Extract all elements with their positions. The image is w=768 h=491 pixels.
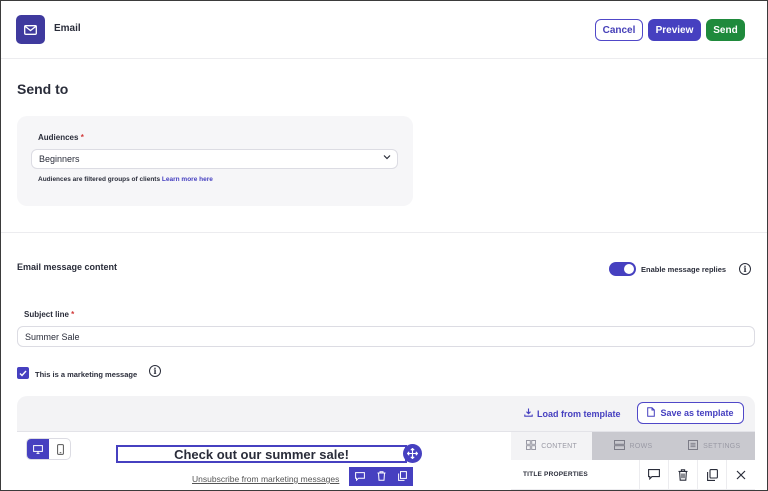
audiences-card: Audiences * Beginners Audiences are filt… [17, 116, 413, 206]
duplicate-icon[interactable] [697, 459, 726, 490]
marketing-checkbox[interactable] [17, 367, 29, 379]
load-template-link[interactable]: Load from template [524, 408, 621, 419]
row-toolbar [349, 467, 413, 486]
chevron-down-icon [383, 153, 391, 163]
subject-input[interactable]: Summer Sale [17, 326, 755, 347]
tab-rows-label: ROWS [629, 442, 653, 450]
device-toggle [26, 438, 71, 460]
settings-panel-icon [688, 440, 699, 452]
trash-icon[interactable] [668, 459, 697, 490]
email-content-heading: Email message content [17, 262, 118, 272]
rows-icon [613, 440, 625, 452]
send-button[interactable]: Send [706, 19, 745, 41]
tab-rows[interactable]: ROWS [592, 432, 674, 460]
panel-tabs: CONTENT ROWS SETTINGS [511, 432, 755, 460]
duplicate-icon[interactable] [398, 468, 407, 486]
title-properties-label: TITLE PROPERTIES [523, 471, 588, 478]
download-icon [524, 408, 533, 419]
comment-icon[interactable] [639, 459, 668, 490]
document-icon [647, 407, 656, 419]
desktop-icon[interactable] [27, 439, 49, 459]
close-icon[interactable] [726, 459, 755, 490]
required-mark: * [80, 133, 84, 142]
email-editor: Load from template Save as template Chec… [17, 396, 755, 490]
load-template-label: Load from template [537, 408, 621, 419]
subject-label-text: Subject line [24, 310, 69, 319]
trash-icon[interactable] [377, 468, 386, 486]
audiences-help: Audiences are filtered groups of clients… [38, 176, 213, 183]
mobile-icon[interactable] [50, 439, 71, 459]
info-icon[interactable]: i [739, 263, 751, 275]
subject-label: Subject line * [24, 310, 74, 319]
enable-replies-toggle[interactable] [609, 262, 636, 276]
section-divider [1, 232, 767, 233]
header-bar: Email Cancel Preview Send [1, 1, 767, 59]
save-template-label: Save as template [660, 408, 734, 418]
unsubscribe-link[interactable]: Unsubscribe from marketing messages [192, 474, 339, 484]
comment-icon[interactable] [355, 468, 365, 486]
audiences-label-text: Audiences [38, 133, 79, 142]
cancel-button[interactable]: Cancel [595, 19, 643, 41]
tab-settings[interactable]: SETTINGS [673, 432, 755, 460]
info-icon[interactable]: i [149, 365, 161, 377]
email-canvas: Check out our summer sale! Unsubscribe f… [17, 431, 511, 490]
page-title: Email [54, 23, 81, 34]
toggle-knob [624, 264, 634, 274]
preview-button[interactable]: Preview [648, 19, 701, 41]
audiences-help-text: Audiences are filtered groups of clients [38, 176, 161, 183]
save-template-button[interactable]: Save as template [637, 402, 744, 424]
send-to-heading: Send to [17, 81, 69, 97]
enable-replies-label: Enable message replies [641, 265, 727, 274]
grid-icon [526, 440, 537, 452]
tab-content-label: CONTENT [541, 442, 578, 450]
learn-more-link[interactable]: Learn more here [162, 176, 213, 183]
move-icon[interactable] [403, 444, 422, 463]
tab-settings-label: SETTINGS [703, 442, 741, 450]
email-compose-window: Email Cancel Preview Send Send to Audien… [0, 0, 768, 491]
envelope-icon [16, 15, 45, 44]
title-properties-row: TITLE PROPERTIES [511, 459, 755, 490]
audiences-selected-value: Beginners [39, 154, 80, 164]
marketing-label: This is a marketing message [35, 370, 138, 379]
properties-panel: CONTENT ROWS SETTINGS TITLE PROPERTIES [511, 431, 755, 490]
audiences-select[interactable]: Beginners [31, 149, 398, 169]
audiences-label: Audiences * [38, 133, 84, 142]
required-mark: * [71, 310, 75, 319]
tab-content[interactable]: CONTENT [511, 432, 593, 460]
email-headline[interactable]: Check out our summer sale! [116, 445, 407, 463]
